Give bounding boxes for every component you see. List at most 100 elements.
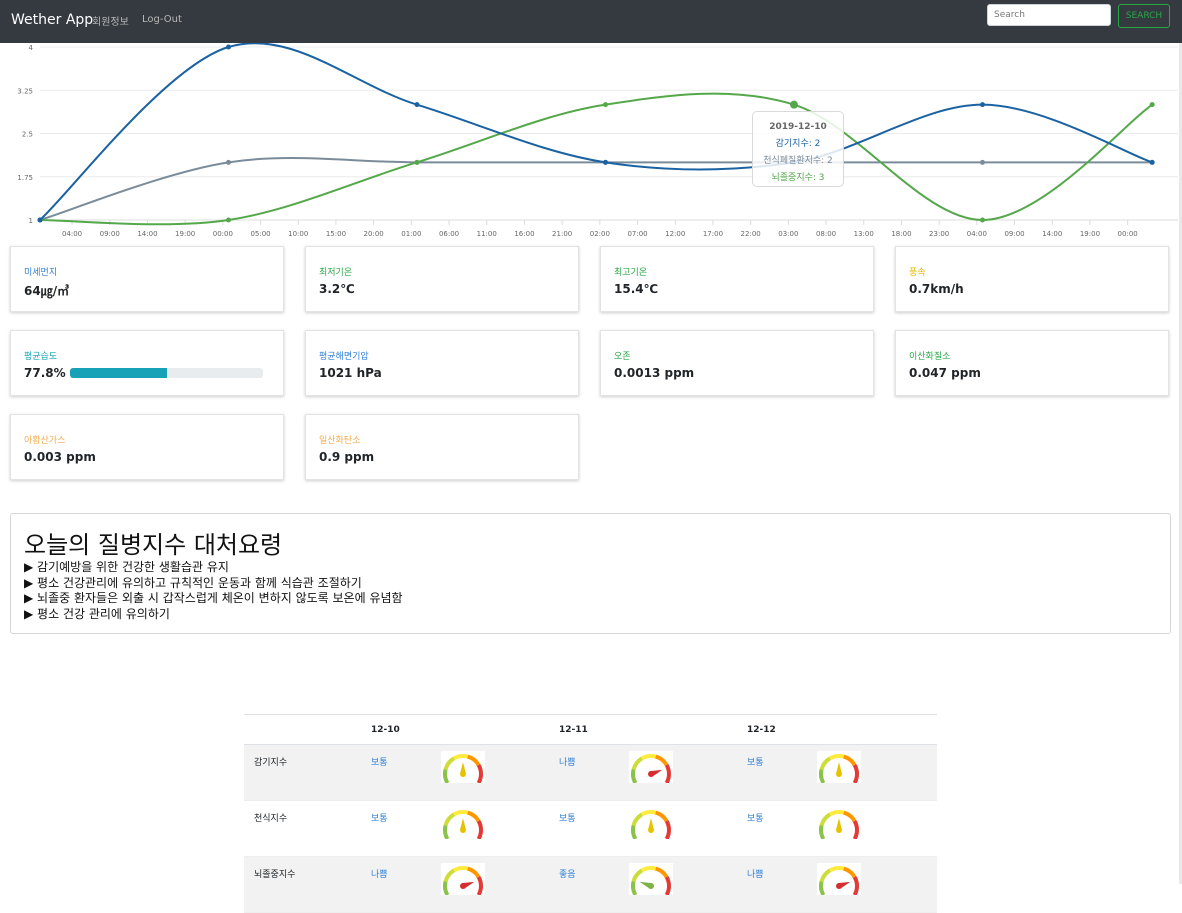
gauge-arc-segment (476, 876, 483, 895)
advice-list: ▶ 감기예방을 위한 건강한 생활습관 유지 ▶ 평소 건강관리에 유의하고 규… (24, 560, 403, 622)
grade-label: 나쁨 (371, 856, 441, 913)
row-label: 뇌졸중지수 (244, 856, 371, 913)
gauge-arc-segment (829, 810, 845, 817)
x-tick-label: 14:00 (137, 230, 157, 238)
card-value: 0.003 ppm (24, 450, 96, 464)
normal-gauge-icon (629, 807, 673, 839)
data-point (603, 159, 608, 165)
x-tick-label: 04:00 (62, 230, 82, 238)
card-label: 아황산가스 (24, 436, 66, 446)
gauge-arc-segment (443, 756, 456, 771)
normal-gauge-icon (441, 807, 485, 839)
gauge-arc-segment (631, 880, 638, 895)
gauge-arc-segment (664, 820, 671, 839)
gauge-arc-segment (819, 756, 832, 771)
card-label: 오존 (614, 352, 631, 362)
x-tick-label: 06:00 (439, 230, 459, 238)
y-tick-label: 4 (29, 44, 34, 52)
tooltip-date: 2019-12-10 (769, 122, 827, 132)
gauge-hub (648, 827, 654, 833)
gauge-arc-segment (852, 876, 859, 895)
grade-label: 좋음 (559, 856, 629, 913)
app-brand[interactable]: Wether App (11, 12, 93, 28)
data-point (980, 159, 985, 165)
x-tick-label: 04:00 (967, 230, 987, 238)
x-tick-label: 12:00 (665, 230, 685, 238)
data-point (1149, 102, 1155, 108)
data-point (790, 100, 798, 109)
data-point (980, 102, 985, 108)
grade-label: 보통 (371, 800, 441, 857)
x-tick-label: 13:00 (854, 230, 874, 238)
gauge-arc-segment (631, 768, 638, 783)
gauge-arc-segment (664, 876, 671, 895)
data-point (226, 44, 231, 50)
card-value: 0.047 ppm (909, 366, 981, 380)
humidity-progress-fill (70, 368, 167, 378)
gauge-arc-segment (654, 810, 669, 823)
x-tick-label: 11:00 (477, 230, 497, 238)
bad-gauge-icon (817, 863, 861, 895)
disease-advice-panel: 오늘의 질병지수 대처요령 ▶ 감기예방을 위한 건강한 생활습관 유지 ▶ 평… (10, 513, 1171, 634)
gauge-hub (648, 771, 654, 777)
gauge-arc-segment (443, 812, 456, 827)
card-label: 이산화질소 (909, 352, 951, 362)
series-line (39, 43, 1153, 221)
gauge-arc-segment (631, 824, 638, 839)
gauge-arc-segment (829, 754, 845, 761)
disease-index-table: 12-10 12-11 12-12 감기지수 보통 나쁨 보통 천식지수 보통 … (244, 714, 937, 913)
x-tick-label: 07:00 (627, 230, 647, 238)
x-tick-label: 19:00 (175, 230, 195, 238)
card-value: 64㎍/㎥ (24, 284, 70, 298)
data-point (226, 159, 231, 165)
chart-tooltip: 2019-12-10 감기지수: 2 천식폐질환지수: 2 뇌졸중지수: 3 (752, 111, 844, 187)
search-input[interactable] (987, 4, 1111, 26)
card-fine-dust: 미세먼지 64㎍/㎥ (10, 246, 284, 312)
card-value: 15.4℃ (614, 282, 659, 296)
data-point (226, 217, 231, 223)
card-label: 최저기온 (319, 268, 353, 278)
normal-gauge-icon (817, 807, 861, 839)
x-tick-label: 22:00 (741, 230, 761, 238)
x-tick-label: 17:00 (703, 230, 723, 238)
card-value: 0.0013 ppm (614, 366, 695, 380)
card-sulfur-dioxide: 아황산가스 0.003 ppm (10, 414, 284, 480)
card-label: 최고기온 (614, 268, 648, 278)
gauge-arc-segment (819, 768, 826, 783)
gauge-arc-segment (631, 756, 644, 771)
x-tick-label: 01:00 (401, 230, 421, 238)
gauge-arc-segment (641, 866, 657, 873)
x-tick-label: 20:00 (364, 230, 384, 238)
x-tick-label: 05:00 (250, 230, 270, 238)
series-line (39, 157, 1153, 221)
x-tick-label: 14:00 (1042, 230, 1062, 238)
x-tick-label: 09:00 (1004, 230, 1024, 238)
x-tick-label: 23:00 (929, 230, 949, 238)
grade-label: 보통 (747, 744, 817, 801)
x-tick-label: 03:00 (778, 230, 798, 238)
x-tick-label: 18:00 (891, 230, 911, 238)
search-button[interactable]: SEARCH (1118, 4, 1170, 28)
bad-gauge-icon (441, 863, 485, 895)
advice-item: ▶ 감기예방을 위한 건강한 생활습관 유지 (24, 560, 229, 574)
x-tick-label: 08:00 (816, 230, 836, 238)
nav-member-info-link[interactable]: 회원정보 (92, 13, 129, 28)
y-tick-label: 3.25 (17, 87, 33, 95)
gauge-arc-segment (641, 754, 657, 761)
nav-logout-link[interactable]: Log-Out (142, 14, 182, 25)
row-label: 천식지수 (244, 800, 371, 857)
card-label: 평균습도 (24, 352, 58, 362)
gauge-arc-segment (819, 812, 832, 827)
gauge-arc-segment (842, 810, 857, 823)
good-gauge-icon (629, 863, 673, 895)
card-carbon-monoxide: 일산화탄소 0.9 ppm (305, 414, 579, 480)
gauge-arc-segment (842, 754, 857, 767)
card-label: 평균해면기압 (319, 352, 369, 362)
grade-label: 보통 (371, 744, 441, 801)
tooltip-asthma-index: 천식폐질환지수: 2 (763, 156, 833, 166)
card-value: 3.2℃ (319, 282, 355, 296)
gauge-hub (836, 827, 842, 833)
row-label: 감기지수 (244, 744, 371, 801)
advice-item: ▶ 평소 건강관리에 유의하고 규칙적인 운동과 함께 식습관 조절하기 (24, 575, 362, 590)
gauge-arc-segment (654, 754, 669, 767)
